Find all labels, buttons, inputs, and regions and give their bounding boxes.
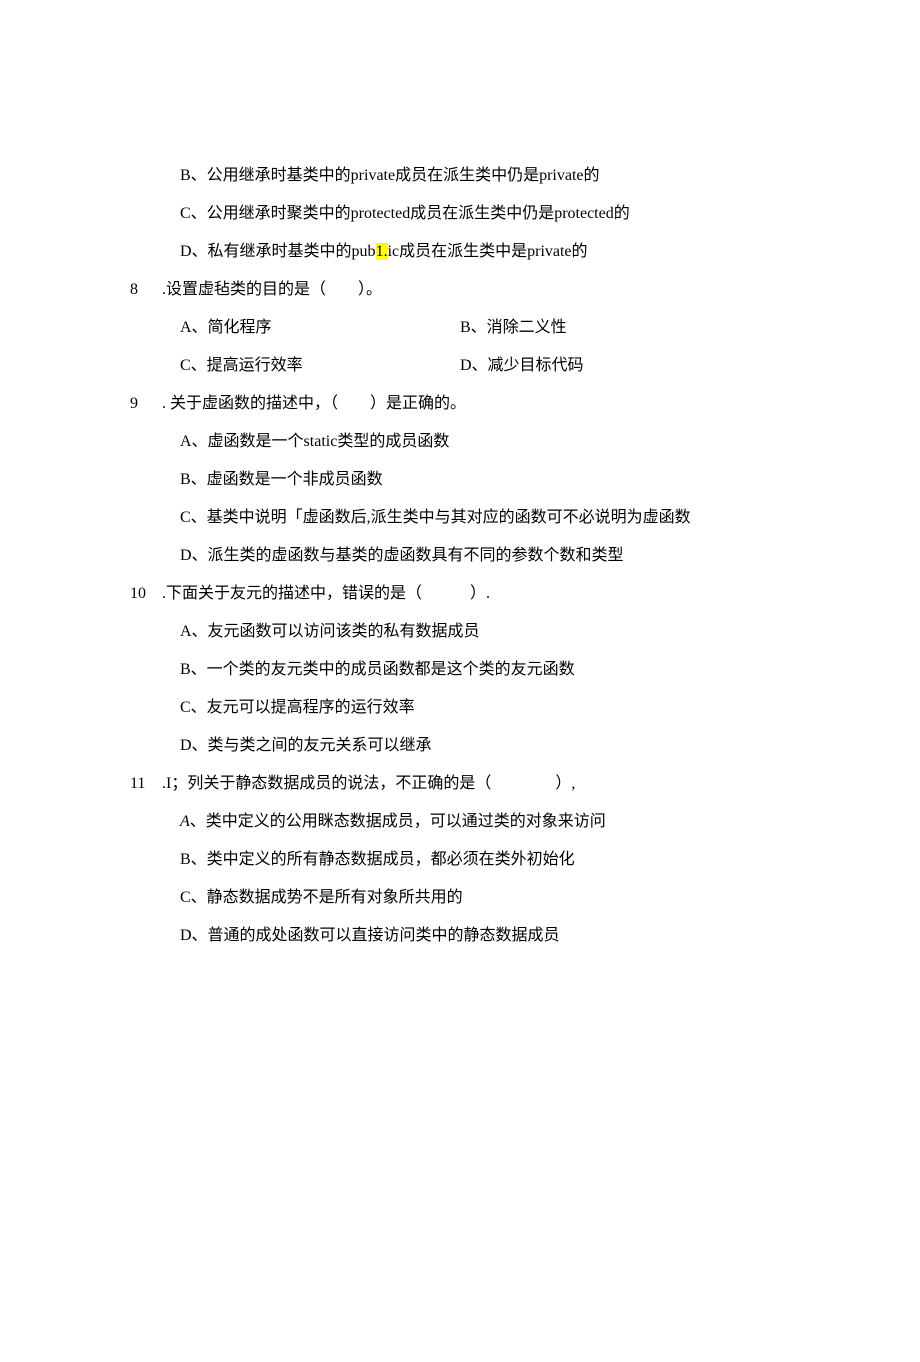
prev-option-c: C、公用继承时聚类中的protected成员在派生类中仍是protected的	[180, 202, 790, 226]
q9-option-b: B、虚函数是一个非成员函数	[180, 468, 790, 492]
q10-option-c: C、友元可以提高程序的运行效率	[180, 696, 790, 720]
q8-option-a: A、简化程序	[180, 316, 460, 340]
q9-option-c: C、基类中说明「虚函数后,派生类中与其对应的函数可不必说明为虚函数	[180, 506, 790, 530]
q10-option-d: D、类与类之间的友元关系可以继承	[180, 734, 790, 758]
q8-options-row2: C、提高运行效率 D、减少目标代码	[180, 354, 790, 378]
q11-option-b: B、类中定义的所有静态数据成员，都必须在类外初始化	[180, 848, 790, 872]
q11-option-d: D、普通的成处函数可以直接访问类中的静态数据成员	[180, 924, 790, 948]
q11-number: 11	[130, 772, 158, 796]
q11-option-c: C、静态数据成势不是所有对象所共用的	[180, 886, 790, 910]
q8-option-c: C、提高运行效率	[180, 354, 460, 378]
q8-options-row1: A、简化程序 B、消除二义性	[180, 316, 790, 340]
prev-option-d: D、私有继承时基类中的pub1.ic成员在派生类中是private的	[180, 240, 790, 264]
q10-stem: .下面关于友元的描述中，错误的是（ ）.	[158, 585, 490, 602]
question-11: 11 .I；列关于静态数据成员的说法，不正确的是（ ）,	[130, 772, 790, 796]
q11-option-a: A、类中定义的公用眯态数据成员，可以通过类的对象来访问	[180, 810, 790, 834]
prev-option-d-pre: D、私有继承时基类中的pub	[180, 243, 376, 260]
q9-number: 9	[130, 392, 158, 416]
q10-option-b: B、一个类的友元类中的成员函数都是这个类的友元函数	[180, 658, 790, 682]
prev-option-b: B、公用继承时基类中的private成员在派生类中仍是private的	[180, 164, 790, 188]
q10-number: 10	[130, 582, 158, 606]
highlight-text: 1.	[376, 243, 388, 260]
q10-option-a: A、友元函数可以访问该类的私有数据成员	[180, 620, 790, 644]
q9-option-d: D、派生类的虚函数与基类的虚函数具有不同的参数个数和类型	[180, 544, 790, 568]
q8-number: 8	[130, 278, 158, 302]
question-10: 10 .下面关于友元的描述中，错误的是（ ）.	[130, 582, 790, 606]
q8-stem: .设置虚毡类的目的是（ ）。	[158, 281, 382, 298]
document-page: B、公用继承时基类中的private成员在派生类中仍是private的 C、公用…	[0, 0, 920, 1362]
q9-stem: . 关于虚函数的描述中，（ ）是正确的。	[158, 395, 466, 412]
question-9: 9 . 关于虚函数的描述中，（ ）是正确的。	[130, 392, 790, 416]
q8-option-b: B、消除二义性	[460, 316, 790, 340]
q9-option-a: A、虚函数是一个static类型的成员函数	[180, 430, 790, 454]
q11-stem: .I；列关于静态数据成员的说法，不正确的是（ ）,	[158, 775, 575, 792]
question-8: 8 .设置虚毡类的目的是（ ）。	[130, 278, 790, 302]
prev-option-d-post: ic成员在派生类中是private的	[388, 243, 588, 260]
q8-option-d: D、减少目标代码	[460, 354, 790, 378]
